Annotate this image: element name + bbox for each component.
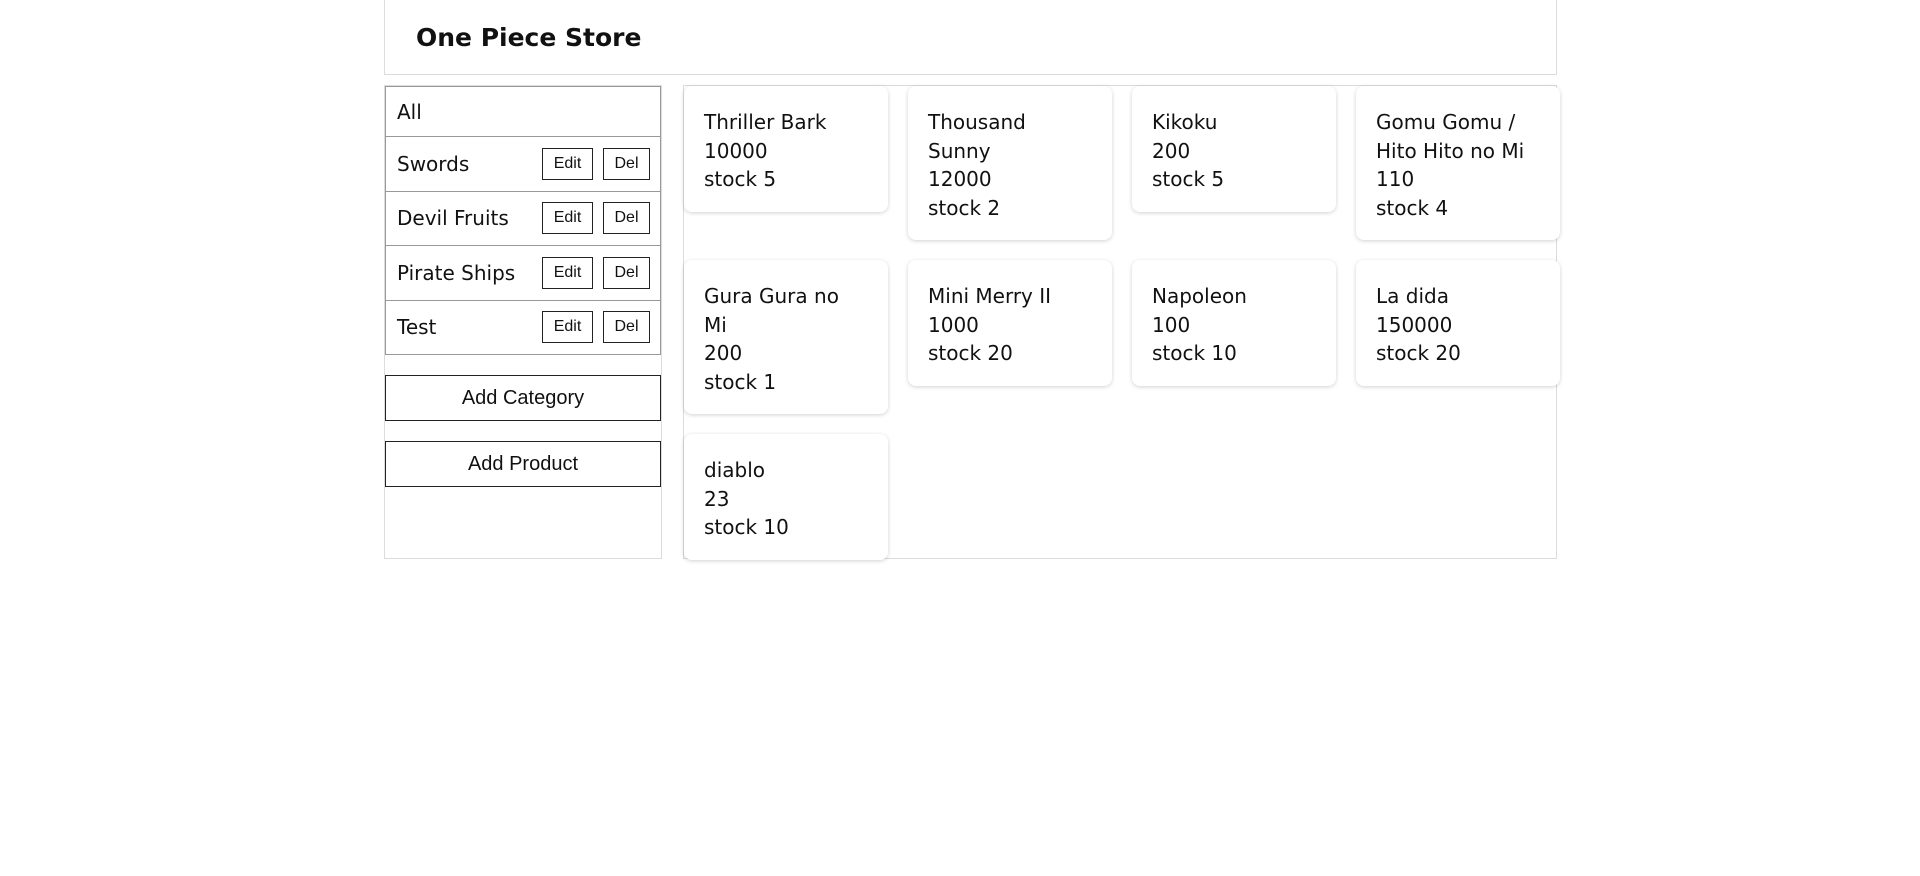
product-name: Gura Gura no Mi xyxy=(704,284,839,337)
product-name: Thousand Sunny xyxy=(928,110,1026,163)
category-item-all[interactable]: All xyxy=(386,87,660,137)
category-item-devil-fruits[interactable]: Devil Fruits Edit Del xyxy=(386,192,660,246)
category-list: All Swords Edit Del Devil Fruits Edit De… xyxy=(385,86,661,355)
product-name: Mini Merry II xyxy=(928,284,1052,308)
add-category-button[interactable]: Add Category xyxy=(385,375,661,421)
product-stock: stock 2 xyxy=(928,195,1001,220)
product-name: Napoleon xyxy=(1152,284,1247,308)
product-stock: stock 4 xyxy=(1376,195,1449,220)
product-card[interactable]: Thriller Bark 10000 stock 5 xyxy=(684,86,888,212)
category-label: Devil Fruits xyxy=(397,206,509,231)
product-price: 110 xyxy=(1376,167,1415,191)
product-card[interactable]: Thousand Sunny 12000 stock 2 xyxy=(908,86,1112,240)
category-label: Swords xyxy=(397,151,470,176)
product-name: Thriller Bark xyxy=(704,110,827,134)
product-stock: stock 20 xyxy=(1376,341,1461,365)
product-stock: stock 10 xyxy=(704,515,789,539)
product-stock: stock 10 xyxy=(1152,341,1237,365)
edit-category-button[interactable]: Edit xyxy=(542,311,593,344)
edit-category-button[interactable]: Edit xyxy=(542,256,593,289)
category-label: All xyxy=(397,99,422,124)
store-app: One Piece Store All Swords Edit Del Devi… xyxy=(384,0,1560,560)
product-price: 200 xyxy=(1152,138,1191,163)
product-card[interactable]: diablo 23 stock 10 xyxy=(684,434,888,560)
product-price: 150000 xyxy=(1376,312,1453,337)
delete-category-button[interactable]: Del xyxy=(603,147,650,180)
product-card[interactable]: Napoleon 100 stock 10 xyxy=(1132,260,1336,386)
product-name: La dida xyxy=(1376,284,1449,308)
delete-category-button[interactable]: Del xyxy=(603,256,650,289)
product-price: 200 xyxy=(704,341,743,365)
product-price: 100 xyxy=(1152,312,1191,337)
sidebar: All Swords Edit Del Devil Fruits Edit De… xyxy=(384,85,662,559)
delete-category-button[interactable]: Del xyxy=(603,311,650,344)
product-stock: stock 1 xyxy=(704,369,777,394)
product-stock: stock 20 xyxy=(928,341,1013,365)
page-title: One Piece Store xyxy=(416,22,642,52)
product-grid: Thriller Bark 10000 stock 5 Thousand Sun… xyxy=(683,85,1560,560)
product-card[interactable]: Kikoku 200 stock 5 xyxy=(1132,86,1336,212)
category-label: Pirate Ships xyxy=(397,260,516,285)
product-stock: stock 5 xyxy=(1152,167,1225,191)
product-name: Kikoku xyxy=(1152,110,1218,134)
category-item-pirate-ships[interactable]: Pirate Ships Edit Del xyxy=(386,246,660,301)
product-card[interactable]: Gura Gura no Mi 200 stock 1 xyxy=(684,260,888,414)
category-item-swords[interactable]: Swords Edit Del xyxy=(386,137,660,192)
product-name: Gomu Gomu / Hito Hito no Mi xyxy=(1376,110,1525,163)
edit-category-button[interactable]: Edit xyxy=(542,147,593,180)
category-item-test[interactable]: Test Edit Del xyxy=(386,301,660,355)
product-card[interactable]: La dida 150000 stock 20 xyxy=(1356,260,1560,386)
product-price: 23 xyxy=(704,486,730,511)
header: One Piece Store xyxy=(384,0,1557,75)
product-price: 10000 xyxy=(704,138,768,163)
main-area: All Swords Edit Del Devil Fruits Edit De… xyxy=(384,85,1560,560)
product-stock: stock 5 xyxy=(704,167,777,191)
category-label: Test xyxy=(397,315,437,340)
product-price: 12000 xyxy=(928,167,992,191)
product-card[interactable]: Mini Merry II 1000 stock 20 xyxy=(908,260,1112,386)
delete-category-button[interactable]: Del xyxy=(603,202,650,235)
product-card[interactable]: Gomu Gomu / Hito Hito no Mi 110 stock 4 xyxy=(1356,86,1560,240)
edit-category-button[interactable]: Edit xyxy=(542,202,593,235)
product-name: diablo xyxy=(704,458,765,482)
product-price: 1000 xyxy=(928,312,979,337)
add-product-button[interactable]: Add Product xyxy=(385,441,661,487)
